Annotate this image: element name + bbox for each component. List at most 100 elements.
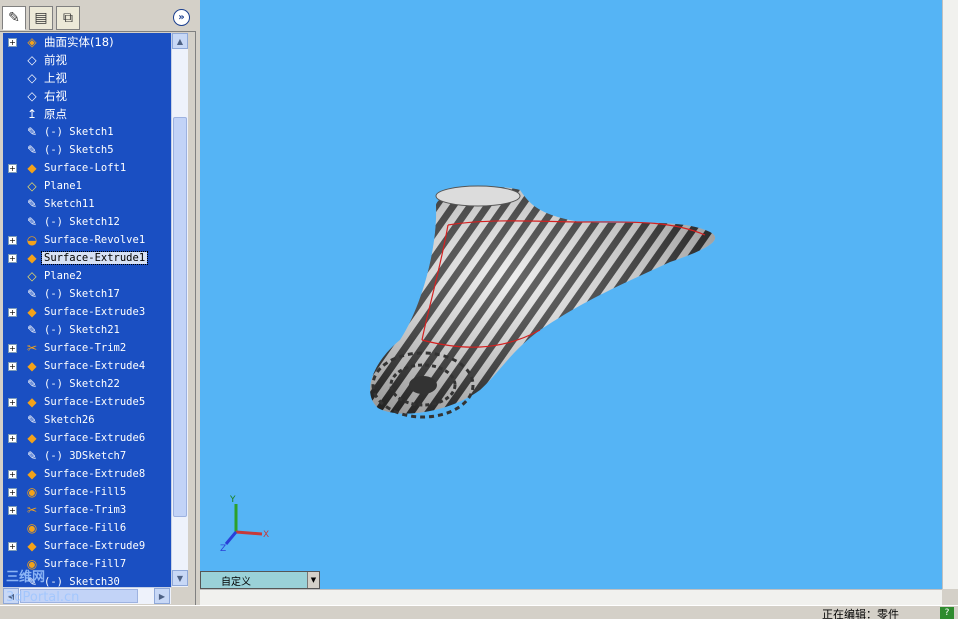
fill-icon: ◉ [26,485,38,499]
scroll-down-button[interactable]: ▼ [172,570,188,586]
tree-item[interactable]: ↥ 原点 [3,105,171,123]
tree-item[interactable]: + ◆ Surface-Extrude1 [3,249,171,267]
tree-item[interactable]: + ◈ 曲面实体(18) [3,33,171,51]
scroll-thumb[interactable] [173,117,187,517]
sketch-icon: ✎ [26,377,38,391]
expand-plus-icon[interactable]: + [8,487,17,497]
tree-item[interactable]: ✎ (-) Sketch17 [3,285,171,303]
extrude-icon: ◆ [27,431,37,445]
tree-item-label: (-) Sketch5 [44,144,114,156]
tree-item[interactable]: + ✂ Surface-Trim3 [3,501,171,519]
plane-icon: ◇ [27,53,37,67]
tree-item-label: 右视 [44,89,67,103]
help-icon[interactable]: ? [940,607,954,619]
loft-icon: ◆ [27,161,37,175]
tree-item-label: 前视 [44,53,67,67]
origin-icon: ↥ [26,107,38,121]
extrude-icon: ◆ [27,305,37,319]
tree-item[interactable]: + ◒ Surface-Revolve1 [3,231,171,249]
scroll-up-button[interactable]: ▲ [172,33,188,49]
scroll-right-button[interactable]: ▶ [154,588,170,604]
tree-item-label: Surface-Extrude3 [44,306,146,318]
expand-plus-icon[interactable]: + [8,541,17,551]
expand-plus-icon[interactable]: + [8,397,17,407]
property-tab[interactable]: ▤ [29,6,53,30]
graphics-viewport[interactable]: Y X Z 自定义 ▼ [200,0,942,589]
expand-plus-icon[interactable]: + [8,343,17,353]
tree-item[interactable]: ✎ (-) 3DSketch7 [3,447,171,465]
tree-item-label: Surface-Fill7 [44,558,127,570]
dropdown-arrow-icon[interactable]: ▼ [307,572,319,588]
property-icon: ▤ [34,10,48,26]
view-orientation-value: 自定义 [221,576,251,588]
tree-item[interactable]: ◇ Plane1 [3,177,171,195]
configuration-tab[interactable]: ⧉ [56,6,80,30]
tree-item-label: Surface-Revolve1 [44,234,146,246]
tree-item[interactable]: ✎ (-) Sketch21 [3,321,171,339]
expand-plus-icon[interactable]: + [8,505,17,515]
tree-item[interactable]: ✎ Sketch26 [3,411,171,429]
expand-plus-icon[interactable]: + [8,361,17,371]
expand-plus-icon[interactable]: + [8,235,17,245]
tree-item[interactable]: ✎ (-) Sketch12 [3,213,171,231]
revolve-icon: ◒ [26,233,38,247]
plane-icon: ◇ [27,71,37,85]
viewport-vertical-scrollbar[interactable] [942,0,958,589]
tree-item[interactable]: ✎ (-) Sketch22 [3,375,171,393]
trim-icon: ✂ [26,503,38,517]
tree-item[interactable]: ◇ 右视 [3,87,171,105]
viewport-horizontal-scrollbar[interactable] [200,589,942,605]
tree-item[interactable]: + ◆ Surface-Extrude4 [3,357,171,375]
tree-item-label: Surface-Extrude4 [44,360,146,372]
tree-item[interactable]: + ◆ Surface-Extrude6 [3,429,171,447]
expand-plus-icon[interactable]: + [8,433,17,443]
expand-plus-icon[interactable]: + [8,469,17,479]
double-chevron-right-icon: » [178,12,185,23]
tree-item[interactable]: + ◆ Surface-Extrude8 [3,465,171,483]
tree-item[interactable]: ◇ 上视 [3,69,171,87]
sketch-icon: ✎ [26,197,38,211]
tree-item[interactable]: ◇ 前视 [3,51,171,69]
tree-item[interactable]: + ◉ Surface-Fill5 [3,483,171,501]
surface-model[interactable] [370,185,716,419]
sketch-icon: ✎ [26,215,38,229]
sketch-icon: ✎ [26,287,38,301]
tree-vertical-scrollbar[interactable]: ▲ ▼ [171,33,188,587]
tree-item[interactable]: + ◆ Surface-Extrude3 [3,303,171,321]
expand-panel-button[interactable]: » [173,9,190,26]
trim-icon: ✂ [26,341,38,355]
tree-item-label: Plane1 [44,180,82,192]
expand-plus-icon[interactable]: + [8,163,17,173]
model-render: Y X Z [220,185,716,554]
feature-tree-tab[interactable]: ✎ [2,6,26,30]
tree-item[interactable]: + ◆ Surface-Extrude9 [3,537,171,555]
plane-icon: ◇ [27,269,37,283]
expand-plus-icon[interactable]: + [8,37,17,47]
tree-item-label: Surface-Trim3 [44,504,127,516]
extrude-icon: ◆ [27,539,37,553]
tree-item[interactable]: ✎ (-) Sketch1 [3,123,171,141]
view-orientation-select[interactable]: 自定义 ▼ [200,571,320,589]
tree-item[interactable]: ✎ Sketch11 [3,195,171,213]
triad-y-label: Y [229,495,236,505]
feature-tree-icon: ✎ [8,10,20,26]
tree-item[interactable]: ◇ Plane2 [3,267,171,285]
tree-item-label: 上视 [44,71,67,85]
tree-item-label: Surface-Fill5 [44,486,127,498]
tree-item[interactable]: + ◆ Surface-Loft1 [3,159,171,177]
extrude-icon: ◆ [27,359,37,373]
tree-item[interactable]: + ◆ Surface-Extrude5 [3,393,171,411]
tree-item[interactable]: ✎ (-) Sketch5 [3,141,171,159]
tree-item-label: 曲面实体(18) [44,35,114,49]
tree-item-label: (-) Sketch1 [44,126,114,138]
expand-plus-icon[interactable]: + [8,307,17,317]
extrude-icon: ◆ [27,251,37,265]
plane-icon: ◇ [27,89,37,103]
tree-item[interactable]: + ✂ Surface-Trim2 [3,339,171,357]
coordinate-triad: Y X Z [220,495,269,554]
tree-item-label: (-) Sketch30 [44,576,120,587]
tree-item-label: 原点 [44,107,67,121]
tree-item[interactable]: ◉ Surface-Fill6 [3,519,171,537]
expand-plus-icon[interactable]: + [8,253,17,263]
tree-item-label: Surface-Extrude9 [44,540,146,552]
